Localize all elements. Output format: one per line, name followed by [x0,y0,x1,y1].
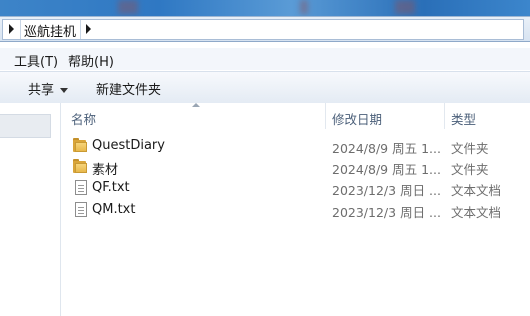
file-type: 文本文档 [451,205,502,220]
file-name: QuestDiary [92,138,165,153]
file-type: 文本文档 [451,183,502,198]
file-type: 文件夹 [451,162,489,177]
share-button-label: 共享 [28,83,55,98]
breadcrumb-item[interactable]: 巡航挂机 [24,21,76,40]
column-header-type-label: 类型 [451,112,477,127]
file-date: 2024/8/9 周五 1... [332,141,441,156]
titlebar-decoration [395,0,415,14]
file-name: 素材 [92,163,119,178]
navigation-pane [0,103,61,316]
file-date: 2023/12/3 周日 ... [332,205,441,220]
file-list: 名称 修改日期 类型 QuestDiary 2024/8/9 周五 1... 文… [61,103,530,316]
file-type: 文件夹 [451,141,489,156]
command-toolbar: 共享 新建文件夹 [0,71,530,104]
column-header-type[interactable]: 类型 [445,103,530,129]
menu-help[interactable]: 帮助(H) [68,51,114,70]
breadcrumb-root-arrow-icon[interactable] [9,24,14,34]
share-button[interactable]: 共享 [28,79,69,98]
file-date: 2023/12/3 周日 ... [332,183,441,198]
file-date: 2024/8/9 周五 1... [332,162,441,177]
breadcrumb-divider [80,20,81,39]
file-name: QF.txt [92,180,130,195]
titlebar-decoration [300,0,308,14]
nav-item-selected[interactable] [0,114,51,138]
file-row[interactable]: QM.txt 2023/12/3 周日 ... 文本文档 [61,200,530,221]
column-header-date[interactable]: 修改日期 [326,103,444,129]
menu-tools[interactable]: 工具(T) [14,51,58,70]
file-name: QM.txt [92,202,136,217]
file-row[interactable]: QuestDiary 2024/8/9 周五 1... 文件夹 [61,136,530,157]
column-header-name-label: 名称 [71,112,97,127]
chevron-down-icon [60,88,69,93]
column-header-name[interactable]: 名称 [61,103,325,129]
column-header-date-label: 修改日期 [332,112,383,127]
breadcrumb-chevron-icon[interactable] [86,24,91,34]
address-box[interactable]: 巡航挂机 [2,19,524,40]
titlebar-decoration [118,0,138,14]
address-bar: 巡航挂机 [0,16,530,42]
breadcrumb-divider [20,20,21,39]
new-folder-button[interactable]: 新建文件夹 [96,79,161,98]
file-row[interactable]: 素材 2024/8/9 周五 1... 文件夹 [61,157,530,178]
file-row[interactable]: QF.txt 2023/12/3 周日 ... 文本文档 [61,178,530,199]
menu-bar: 工具(T) 帮助(H) [0,48,530,70]
